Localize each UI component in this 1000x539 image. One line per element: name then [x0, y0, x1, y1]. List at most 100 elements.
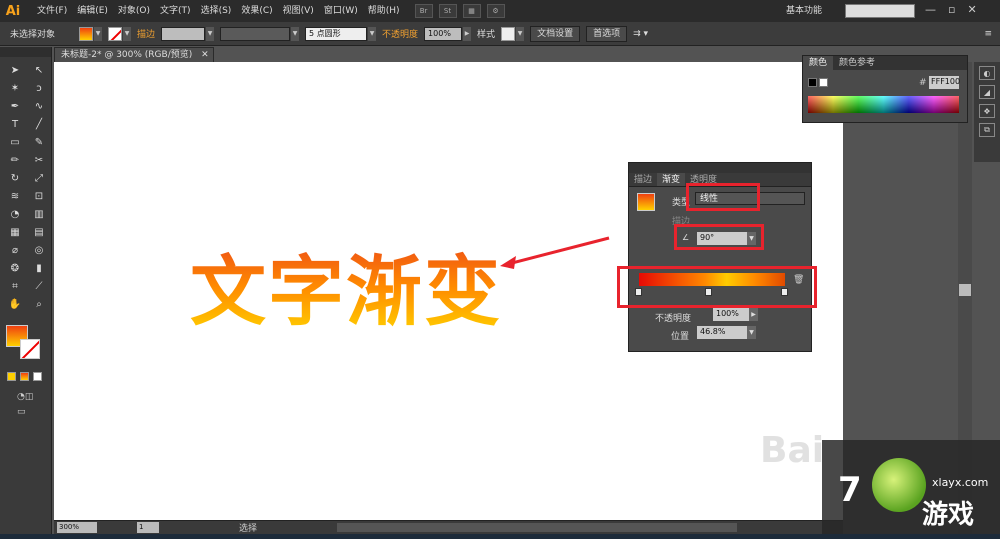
menu-object[interactable]: 对象(O) — [113, 0, 155, 22]
graph-icon[interactable]: ▮ — [31, 261, 47, 275]
opacity-input[interactable]: 100% — [713, 308, 749, 321]
lasso-icon[interactable]: ↄ — [31, 81, 47, 95]
color-guide-icon[interactable]: ◢ — [979, 85, 995, 99]
zoom-icon[interactable]: ⌕ — [31, 297, 47, 311]
tab-color-guide[interactable]: 颜色参考 — [833, 56, 881, 70]
minimize-button[interactable]: — — [925, 0, 936, 20]
brush-definition[interactable]: 5 点圆形 — [305, 26, 368, 41]
tools-panel-header[interactable] — [0, 47, 51, 57]
blend-icon[interactable]: ◎ — [31, 243, 47, 257]
stock-icon[interactable]: St — [438, 4, 457, 18]
selection-tool-icon[interactable]: ➤ — [7, 63, 23, 77]
preferences-button[interactable]: 首选项 — [586, 25, 628, 42]
gradient-icon[interactable]: ▤ — [31, 225, 47, 239]
horizontal-scrollbar[interactable] — [337, 523, 738, 532]
artboard-icon[interactable]: ⌗ — [7, 279, 23, 293]
magic-wand-icon[interactable]: ✶ — [7, 81, 23, 95]
brush-icon[interactable]: ✎ — [31, 135, 47, 149]
perspective-grid-icon[interactable]: ▥ — [31, 207, 47, 221]
bridge-icon[interactable]: Br — [414, 4, 433, 18]
menu-effect[interactable]: 效果(C) — [236, 0, 277, 22]
scroll-thumb[interactable] — [959, 284, 971, 296]
tab-color[interactable]: 颜色 — [803, 56, 834, 70]
pencil-icon[interactable]: ✏ — [7, 153, 23, 167]
close-icon[interactable]: ✕ — [201, 50, 209, 60]
layers-icon[interactable]: ❖ — [979, 104, 995, 118]
artboard-field[interactable]: 1 — [137, 522, 159, 533]
variable-width-field[interactable] — [220, 26, 291, 41]
arrange-documents-icon[interactable]: ▦ — [462, 4, 481, 18]
align-icon[interactable]: ⇉ ▾ — [633, 29, 648, 39]
hex-input[interactable]: FFF100 — [929, 76, 960, 89]
rectangle-icon[interactable]: ▭ — [7, 135, 23, 149]
shape-builder-icon[interactable]: ◔ — [7, 207, 23, 221]
fill-swatch[interactable] — [79, 26, 94, 41]
highlight-type — [686, 183, 760, 211]
workspace-switcher[interactable]: 基本功能 — [786, 3, 822, 19]
position-input[interactable]: 46.8% — [697, 326, 747, 339]
color-mode-button[interactable] — [7, 372, 16, 381]
draw-mode-icon[interactable]: ◔◫ — [17, 392, 33, 402]
hand-icon[interactable]: ✋ — [7, 297, 23, 311]
chevron-down-icon[interactable]: ▼ — [516, 26, 525, 41]
scissors-icon[interactable]: ✂ — [31, 153, 47, 167]
tab-stroke[interactable]: 描边 — [629, 173, 657, 186]
chevron-right-icon[interactable]: ▶ — [749, 308, 758, 321]
black-swatch[interactable] — [808, 78, 817, 87]
scale-icon[interactable]: ⤢ — [31, 171, 47, 185]
stroke-weight-field[interactable] — [161, 26, 206, 41]
document-tab[interactable]: 未标题-2* @ 300% (RGB/预览) ✕ — [54, 47, 214, 62]
annotation-arrow — [500, 236, 610, 269]
mesh-icon[interactable]: ▦ — [7, 225, 23, 239]
line-icon[interactable]: ╱ — [31, 117, 47, 131]
chevron-down-icon[interactable]: ▼ — [368, 26, 377, 41]
document-setup-button[interactable]: 文档设置 — [530, 25, 581, 42]
gradient-preview-swatch[interactable] — [637, 193, 655, 211]
menu-select[interactable]: 选择(S) — [196, 0, 237, 22]
screen-mode-icon[interactable]: ▭ — [17, 407, 26, 417]
color-spectrum[interactable] — [808, 96, 959, 113]
curvature-icon[interactable]: ∿ — [31, 99, 47, 113]
artboards-icon[interactable]: ⧉ — [979, 123, 995, 137]
menu-edit[interactable]: 编辑(E) — [72, 0, 113, 22]
none-mode-button[interactable] — [33, 372, 42, 381]
menu-file[interactable]: 文件(F) — [32, 0, 72, 22]
menu-help[interactable]: 帮助(H) — [363, 0, 405, 22]
opacity-field[interactable]: 100% — [424, 26, 463, 41]
symbol-sprayer-icon[interactable]: ❂ — [7, 261, 23, 275]
direct-selection-icon[interactable]: ↖ — [31, 63, 47, 77]
color-panel-icon[interactable]: ◐ — [979, 66, 995, 80]
menu-view[interactable]: 视图(V) — [278, 0, 319, 22]
chevron-down-icon[interactable]: ▼ — [94, 26, 103, 41]
menu-window[interactable]: 窗口(W) — [319, 0, 363, 22]
opacity-label[interactable]: 不透明度 — [382, 27, 418, 40]
chevron-down-icon[interactable]: ▼ — [123, 26, 132, 41]
chevron-right-icon[interactable]: ▶ — [463, 26, 472, 41]
panel-menu-icon[interactable]: ≡ — [984, 29, 992, 39]
warp-icon[interactable]: ≋ — [7, 189, 23, 203]
chevron-down-icon[interactable]: ▼ — [747, 326, 756, 339]
stroke-swatch[interactable] — [108, 26, 123, 41]
slice-icon[interactable]: ⟋ — [31, 279, 47, 293]
pen-icon[interactable]: ✒ — [7, 99, 23, 113]
restore-button[interactable]: ▫ — [948, 0, 955, 20]
chevron-down-icon[interactable]: ▼ — [291, 26, 300, 41]
search-input[interactable] — [845, 4, 915, 18]
gradient-text-object[interactable]: 文字渐变 — [190, 250, 502, 334]
zoom-field[interactable]: 300% — [57, 522, 97, 533]
panel-header[interactable] — [629, 163, 811, 173]
close-button[interactable]: ✕ — [967, 0, 976, 20]
white-swatch[interactable] — [819, 78, 828, 87]
type-icon[interactable]: T — [7, 117, 23, 131]
graphic-style-swatch[interactable] — [501, 26, 516, 41]
chevron-down-icon[interactable]: ▼ — [206, 26, 215, 41]
menu-type[interactable]: 文字(T) — [155, 0, 196, 22]
rotate-icon[interactable]: ↻ — [7, 171, 23, 185]
stroke-label[interactable]: 描边 — [137, 27, 155, 40]
gradient-mode-button[interactable] — [20, 372, 29, 381]
tab-gradient[interactable]: 渐变 — [657, 173, 686, 186]
gpu-performance-icon[interactable]: ⚙ — [486, 4, 505, 18]
stroke-color-box[interactable] — [20, 339, 40, 359]
eyedropper-icon[interactable]: ⌀ — [7, 243, 23, 257]
free-transform-icon[interactable]: ⊡ — [31, 189, 47, 203]
